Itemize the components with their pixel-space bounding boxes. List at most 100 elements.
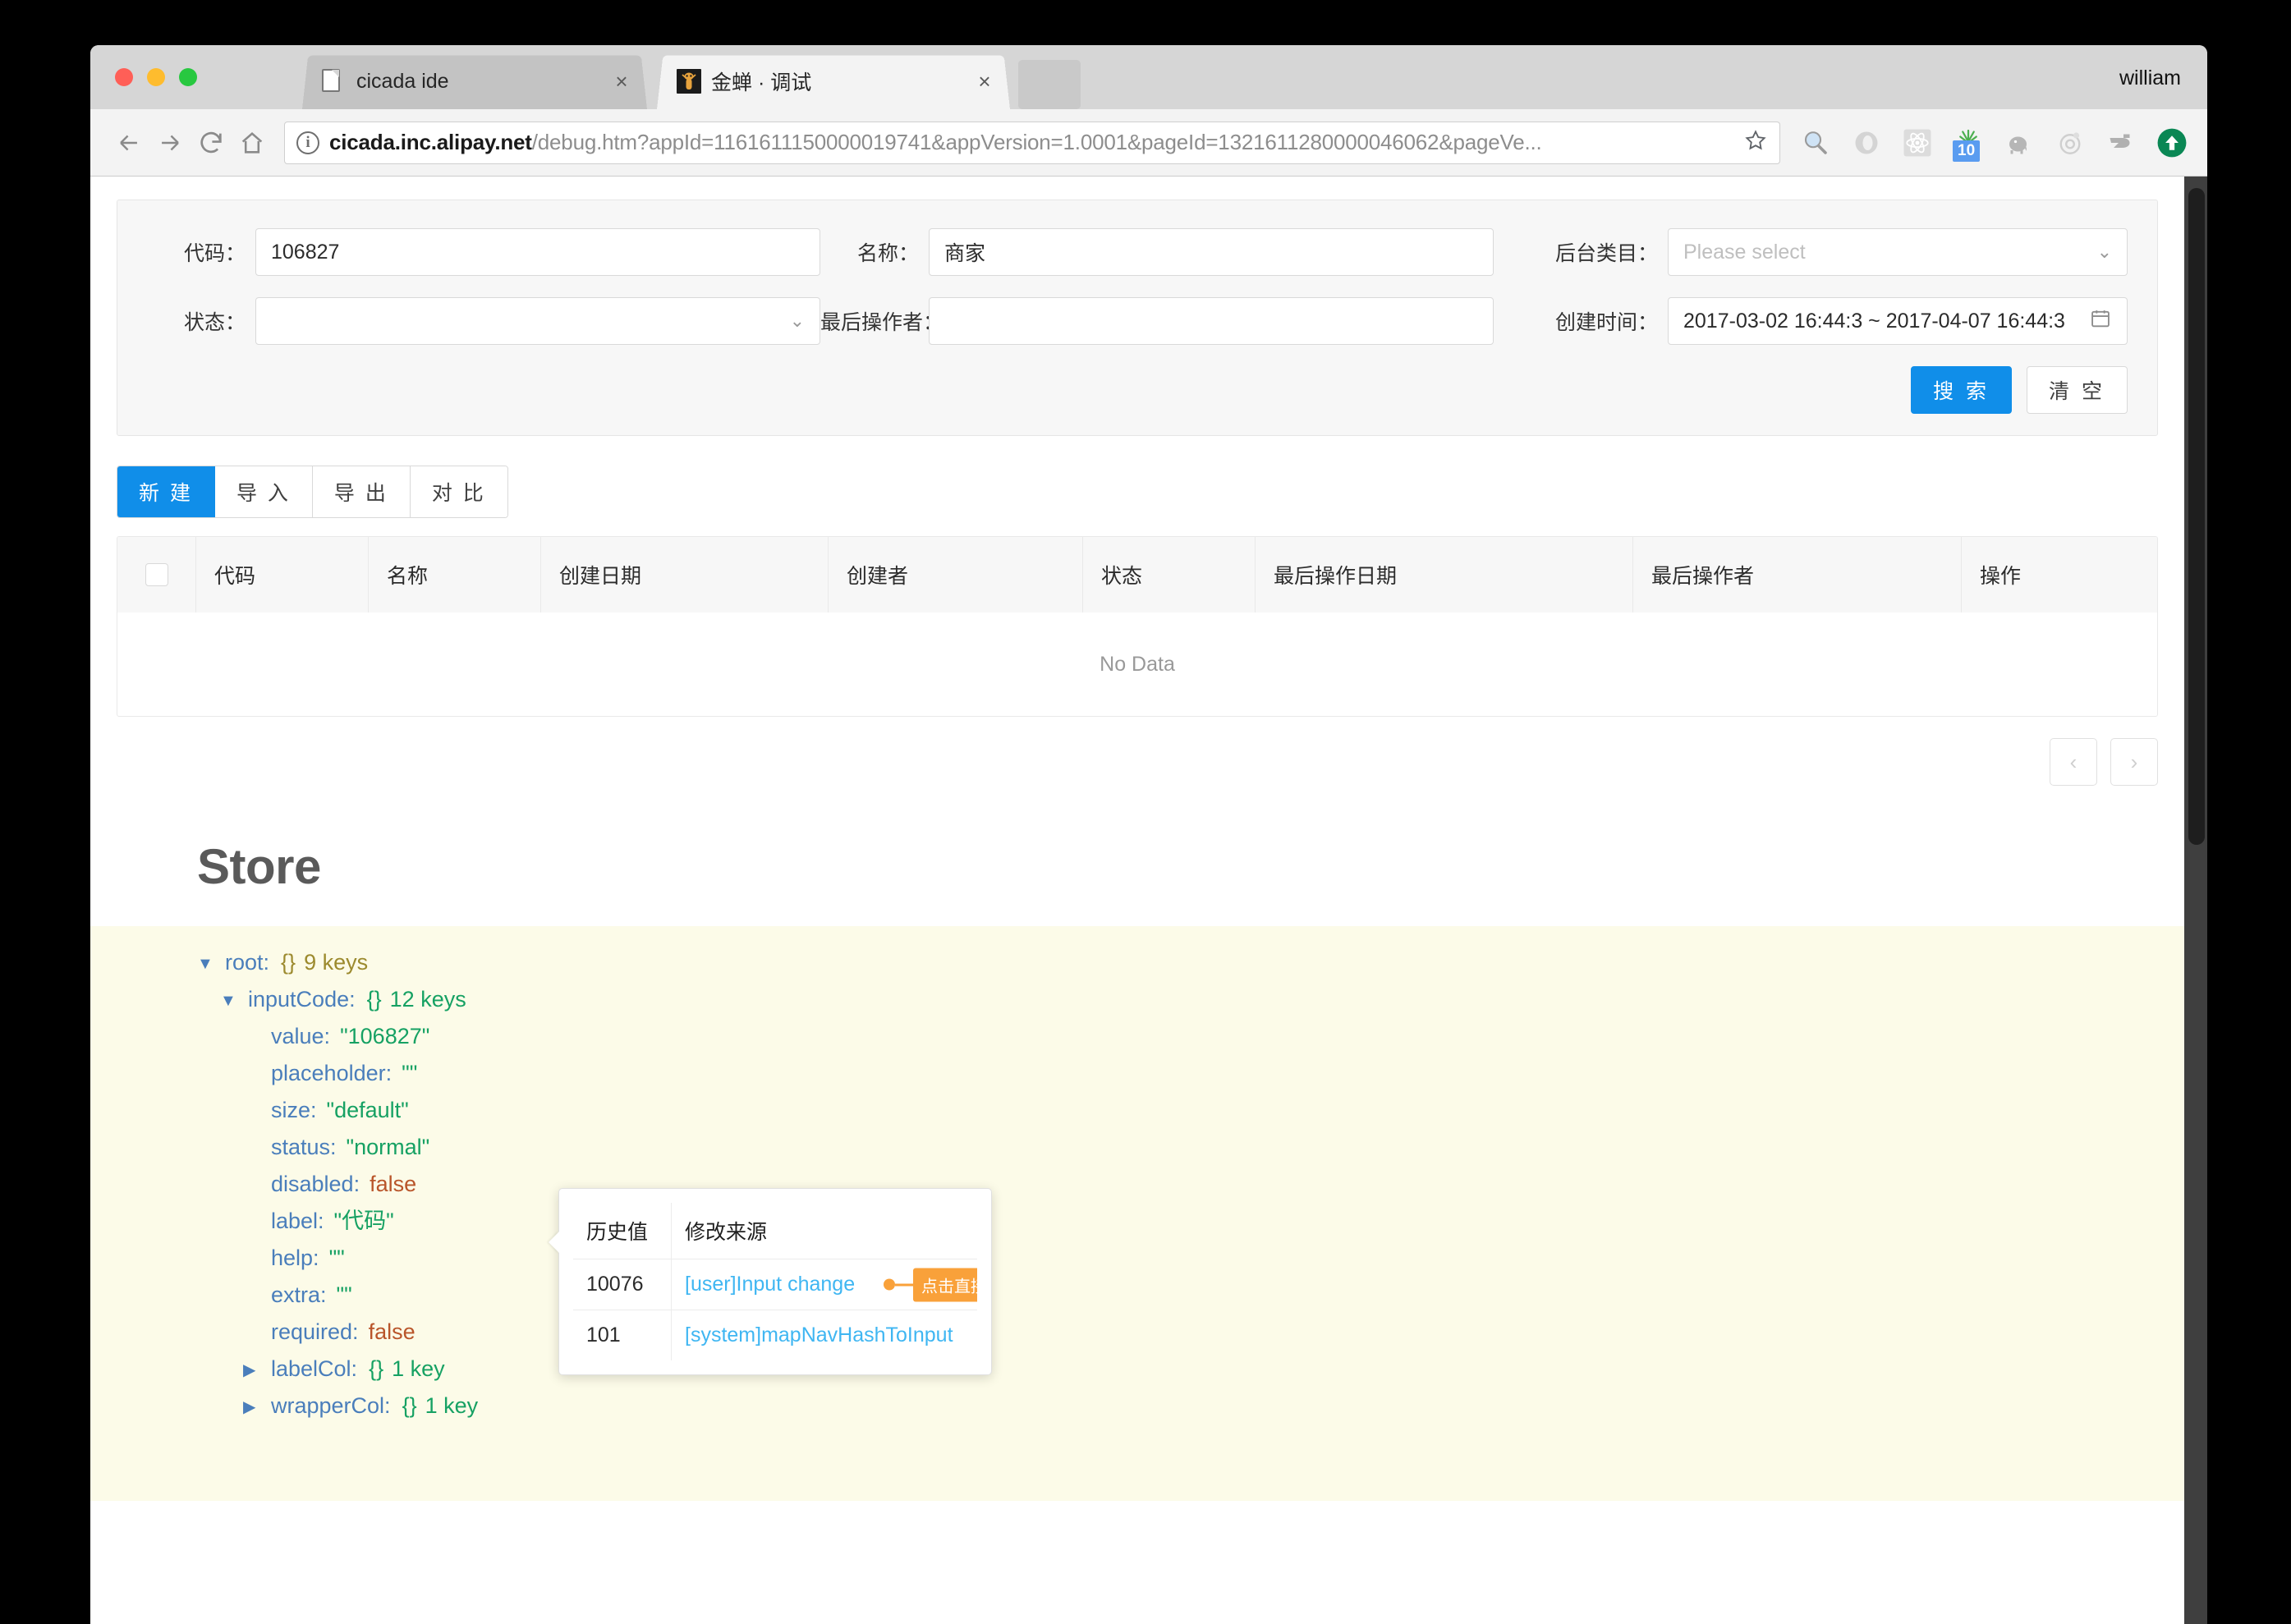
tree-row-help[interactable]: ▶ help: "" [90, 1240, 2184, 1277]
history-source-link[interactable]: [user]Input change [685, 1273, 855, 1296]
tree-row-required[interactable]: ▶ required: false [90, 1314, 2184, 1351]
twisty-placeholder-icon: ▶ [243, 1177, 271, 1194]
tree-key: root: [225, 950, 270, 975]
column-header-status[interactable]: 状态 [1083, 537, 1256, 612]
page-scrollbar[interactable] [2184, 177, 2207, 1624]
browser-tab-jinchan-debug[interactable]: 金蝉 · 调试 × [657, 53, 1010, 109]
info-circle-icon[interactable]: i [296, 131, 319, 154]
tree-brace: {} [402, 1393, 417, 1418]
code-input[interactable]: 106827 [255, 228, 820, 276]
tree-row-inputcode[interactable]: ▼ inputCode: {} 12 keys [90, 981, 2184, 1018]
tree-row-root[interactable]: ▼ root: {} 9 keys [90, 944, 2184, 981]
close-tab-icon[interactable]: × [608, 69, 636, 94]
status-select[interactable]: ⌄ [255, 297, 820, 345]
tree-value: "代码" [333, 1209, 394, 1233]
import-button[interactable]: 导 入 [214, 466, 313, 517]
column-header-name[interactable]: 名称 [369, 537, 541, 612]
tree-value: false [368, 1319, 416, 1344]
table-empty-state: No Data [1100, 652, 1175, 676]
filter-field-category: 后台类目： Please select ⌄ [1494, 228, 2128, 276]
create-time-range-picker[interactable]: 2017-03-02 16:44:3 ~ 2017-04-07 16:44:3 [1668, 297, 2128, 345]
extension-toolbar: 10 [1792, 126, 2189, 162]
tree-row-labelcol[interactable]: ▶ labelCol: {} 1 key [90, 1351, 2184, 1388]
profile-name[interactable]: william [2119, 67, 2181, 90]
new-tab-button[interactable] [1018, 60, 1081, 109]
url-host: cicada.inc.alipay.net [329, 130, 532, 154]
tree-brace: {} [281, 950, 296, 975]
last-operator-input[interactable] [929, 297, 1494, 345]
browser-tab-cicada-ide[interactable]: cicada ide × [302, 53, 647, 109]
star-icon[interactable] [1743, 128, 1768, 157]
prev-page-button[interactable]: ‹ [2050, 738, 2097, 786]
action-button-group: 新 建 导 入 导 出 对 比 [117, 466, 508, 518]
elephant-extension-icon[interactable] [2002, 126, 2036, 160]
twisty-placeholder-icon: ▶ [243, 1251, 271, 1268]
filter-label-category: 后台类目： [1554, 242, 1658, 265]
magnifier-extension-icon[interactable] [1798, 126, 1833, 160]
history-column-source: 修改来源 [671, 1203, 977, 1259]
logo-extension-icon[interactable] [2104, 126, 2138, 160]
new-button[interactable]: 新 建 [117, 466, 215, 517]
browser-window: cicada ide × 金蝉 · 调试 × william i cicada.… [90, 45, 2207, 1624]
close-window-button[interactable] [115, 68, 133, 86]
next-page-button[interactable]: › [2110, 738, 2158, 786]
twisty-expanded-icon[interactable]: ▼ [220, 993, 248, 1009]
twisty-expanded-icon[interactable]: ▼ [197, 956, 225, 972]
column-header-creator[interactable]: 创建者 [829, 537, 1083, 612]
history-popup: 历史值 修改来源 10076 [user]Input change 点击直 10… [558, 1188, 992, 1375]
compare-button[interactable]: 对 比 [410, 466, 507, 517]
grass-extension-icon[interactable]: 10 [1951, 126, 1986, 162]
search-filter-panel: 代码： 106827 名称： 商家 后台类目： Please select ⌄ … [117, 200, 2158, 436]
twisty-collapsed-icon[interactable]: ▶ [243, 1362, 271, 1379]
scrollbar-thumb[interactable] [2188, 188, 2205, 845]
forward-arrow-icon[interactable] [149, 122, 191, 163]
export-button[interactable]: 导 出 [312, 466, 411, 517]
target-extension-icon[interactable] [2053, 126, 2087, 160]
react-devtools-icon[interactable] [1900, 126, 1935, 160]
twisty-collapsed-icon[interactable]: ▶ [243, 1399, 271, 1415]
filter-label-code: 代码： [183, 242, 246, 265]
window-traffic-lights [115, 68, 197, 86]
history-header-row: 历史值 修改来源 [573, 1203, 977, 1259]
reload-icon[interactable] [191, 122, 232, 163]
name-input[interactable]: 商家 [929, 228, 1494, 276]
tree-value: "normal" [346, 1135, 430, 1159]
maximize-window-button[interactable] [179, 68, 197, 86]
tree-row-label[interactable]: ▶ label: "代码" [90, 1203, 2184, 1240]
minimize-window-button[interactable] [147, 68, 165, 86]
data-table: 代码 名称 创建日期 创建者 状态 最后操作日期 最后操作者 操作 No Dat… [117, 536, 2158, 717]
tree-key: help: [271, 1246, 319, 1270]
category-select-value: Please select [1683, 240, 1806, 264]
search-button[interactable]: 搜 索 [1911, 366, 2013, 414]
filter-field-status: 状态： ⌄ [147, 297, 820, 345]
address-bar[interactable]: i cicada.inc.alipay.net/debug.htm?appId=… [284, 121, 1780, 164]
twisty-placeholder-icon: ▶ [243, 1325, 271, 1342]
back-arrow-icon[interactable] [108, 122, 149, 163]
tree-key: wrapperCol: [271, 1393, 391, 1418]
ring-extension-icon[interactable] [1849, 126, 1884, 160]
tree-value: "default" [326, 1098, 409, 1122]
history-value: 101 [573, 1310, 672, 1360]
cicada-logo-icon [677, 69, 701, 94]
tree-row-placeholder[interactable]: ▶ placeholder: "" [90, 1055, 2184, 1092]
column-header-create-date[interactable]: 创建日期 [541, 537, 829, 612]
tree-row-disabled[interactable]: ▶ disabled: false [90, 1166, 2184, 1203]
tree-row-value[interactable]: ▶ value: "106827" [90, 1018, 2184, 1055]
select-all-checkbox[interactable] [145, 563, 168, 586]
column-header-code[interactable]: 代码 [196, 537, 369, 612]
category-select[interactable]: Please select ⌄ [1668, 228, 2128, 276]
column-header-last-operator[interactable]: 最后操作者 [1633, 537, 1962, 612]
column-header-last-op-date[interactable]: 最后操作日期 [1256, 537, 1633, 612]
column-header-operation[interactable]: 操作 [1962, 537, 2157, 612]
tree-row-size[interactable]: ▶ size: "default" [90, 1092, 2184, 1129]
open-directly-callout[interactable]: 点击直接打开 [884, 1268, 977, 1301]
home-icon[interactable] [232, 122, 273, 163]
reset-button[interactable]: 清 空 [2027, 366, 2128, 414]
tree-row-wrappercol[interactable]: ▶ wrapperCol: {} 1 key [90, 1388, 2184, 1424]
upload-extension-icon[interactable] [2155, 126, 2189, 160]
tree-row-extra[interactable]: ▶ extra: "" [90, 1277, 2184, 1314]
close-tab-icon[interactable]: × [971, 69, 999, 94]
select-all-header[interactable] [117, 537, 196, 612]
history-source-link[interactable]: [system]mapNavHashToInput [685, 1324, 953, 1346]
tree-row-status[interactable]: ▶ status: "normal" [90, 1129, 2184, 1166]
